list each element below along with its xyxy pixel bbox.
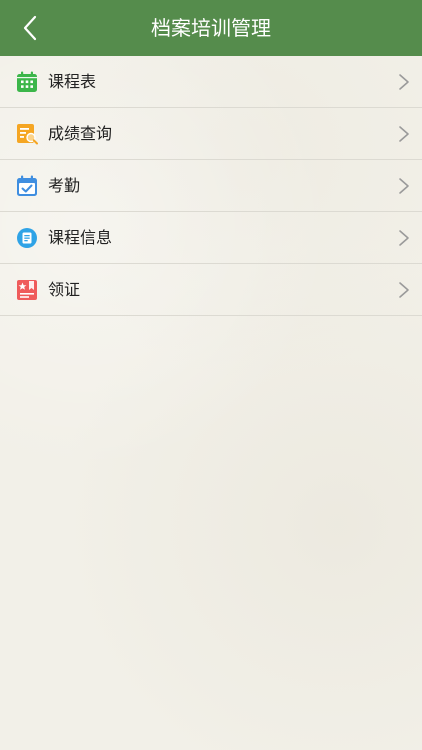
navigation-bar: 档案培训管理: [0, 0, 422, 56]
menu-item-label: 领证: [48, 280, 81, 299]
chevron-right-icon: [399, 178, 409, 194]
chevron-left-icon: [23, 15, 37, 41]
chevron-right-icon: [399, 126, 409, 142]
certificate-icon: [16, 279, 38, 301]
menu-item-course-info[interactable]: 课程信息: [0, 212, 422, 264]
menu-item-label: 课程表: [48, 72, 97, 91]
search-document-icon: [16, 123, 38, 145]
menu-item-label: 课程信息: [48, 228, 113, 247]
chevron-right-icon: [399, 230, 409, 246]
menu-item-schedule[interactable]: 课程表: [0, 56, 422, 108]
menu-list: 课程表 成绩查询 考勤 课程信息 领证: [0, 56, 422, 316]
calendar-check-icon: [16, 175, 38, 197]
menu-item-certificate[interactable]: 领证: [0, 264, 422, 316]
menu-item-label: 考勤: [48, 176, 81, 195]
calendar-grid-icon: [16, 71, 38, 93]
chevron-right-icon: [399, 282, 409, 298]
menu-item-label: 成绩查询: [48, 124, 113, 143]
menu-item-grade-query[interactable]: 成绩查询: [0, 108, 422, 160]
back-button[interactable]: [10, 8, 50, 48]
chevron-right-icon: [399, 74, 409, 90]
info-circle-icon: [16, 227, 38, 249]
menu-item-attendance[interactable]: 考勤: [0, 160, 422, 212]
page-title: 档案培训管理: [151, 16, 271, 40]
